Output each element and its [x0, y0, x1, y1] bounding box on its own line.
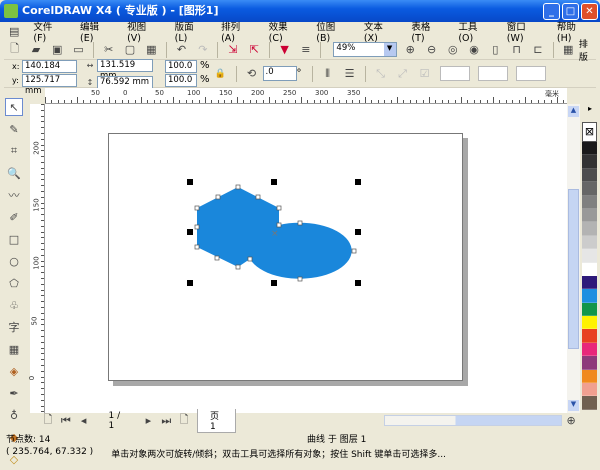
color-swatch[interactable]: [582, 342, 597, 357]
selection-handle[interactable]: [187, 179, 193, 185]
color-swatch[interactable]: [582, 369, 597, 384]
color-swatch[interactable]: [582, 275, 597, 290]
curve-node[interactable]: [297, 220, 303, 226]
horizontal-scrollbar[interactable]: [384, 415, 563, 426]
color-swatch[interactable]: [582, 383, 597, 397]
color-swatch[interactable]: [582, 182, 597, 196]
curve-node[interactable]: [235, 264, 241, 270]
center-mark-icon: ×: [271, 229, 279, 239]
color-swatch[interactable]: [582, 356, 597, 370]
color-swatch[interactable]: [582, 142, 597, 156]
curve-node[interactable]: [297, 276, 303, 282]
prev-page-icon[interactable]: ◂: [78, 413, 90, 429]
curve-node[interactable]: [215, 194, 221, 200]
color-swatch[interactable]: [582, 168, 597, 183]
curve-node[interactable]: [247, 256, 253, 262]
color-swatch[interactable]: [582, 262, 597, 276]
page-count: 1 / 1: [108, 410, 121, 431]
color-swatch[interactable]: [582, 155, 597, 169]
status-hint: 单击对象两次可旋转/倾斜；双击工具可选择所有对象；按住 Shift 键单击可选择…: [111, 450, 446, 460]
color-swatch[interactable]: [582, 222, 597, 236]
node-count: 节点数: 14: [6, 435, 51, 445]
selection-handle[interactable]: [355, 179, 361, 185]
page-tab[interactable]: 页 1: [197, 408, 237, 433]
color-swatch[interactable]: [582, 316, 597, 330]
scroll-up-icon[interactable]: ▲: [568, 106, 579, 117]
next-page-icon[interactable]: ▸: [143, 413, 155, 429]
curve-node[interactable]: [255, 194, 261, 200]
zoom-navigator-icon[interactable]: ⊕: [565, 413, 577, 429]
curve-node[interactable]: [351, 248, 357, 254]
curve-node[interactable]: [276, 205, 282, 211]
vertical-scrollbar[interactable]: ▲ ▼: [567, 104, 580, 413]
scroll-down-icon[interactable]: ▼: [568, 400, 579, 411]
curve-node[interactable]: [194, 205, 200, 211]
curve-node[interactable]: [276, 222, 282, 228]
scroll-thumb[interactable]: [568, 189, 579, 349]
color-swatch[interactable]: [582, 208, 597, 223]
last-page-icon[interactable]: ⏭: [160, 413, 172, 429]
no-color-swatch[interactable]: ⊠: [582, 122, 597, 142]
color-swatch[interactable]: [582, 195, 597, 209]
first-page-icon[interactable]: ⏮: [60, 413, 72, 429]
selection-handle[interactable]: [187, 229, 193, 235]
cursor-coordinates: ( 235.764, 67.332 ): [6, 447, 94, 457]
curve-node[interactable]: [194, 224, 200, 230]
color-swatch[interactable]: [582, 289, 597, 303]
selection-handle[interactable]: [355, 280, 361, 286]
color-palette: ▸ ⊠: [582, 104, 598, 413]
curve-node[interactable]: [235, 184, 241, 190]
color-swatch[interactable]: [582, 396, 597, 410]
selection-handle[interactable]: [271, 179, 277, 185]
selection-handle[interactable]: [187, 280, 193, 286]
color-swatch[interactable]: [582, 302, 597, 317]
color-swatch[interactable]: [582, 329, 597, 343]
palette-menu-icon[interactable]: ▸: [582, 104, 598, 114]
color-swatch[interactable]: [582, 249, 597, 263]
curve-node[interactable]: [194, 244, 200, 250]
curve-node[interactable]: [214, 255, 220, 261]
add-page-icon[interactable]: 🗋: [42, 413, 54, 429]
selection-handle[interactable]: [355, 229, 361, 235]
page-navigator: 🗋 ⏮ ◂ 1 / 1 ▸ ⏭ 🗋 页 1 ⊕: [30, 408, 580, 433]
object-info: 曲线 于 图层 1: [307, 435, 367, 445]
add-page-after-icon[interactable]: 🗋: [178, 413, 190, 429]
status-bar: 节点数: 14 曲线 于 图层 1 ( 235.764, 67.332 ) 单击…: [4, 430, 596, 463]
selection-handle[interactable]: [271, 280, 277, 286]
drawing-layer: ×: [187, 179, 361, 286]
color-swatch[interactable]: [582, 235, 597, 250]
